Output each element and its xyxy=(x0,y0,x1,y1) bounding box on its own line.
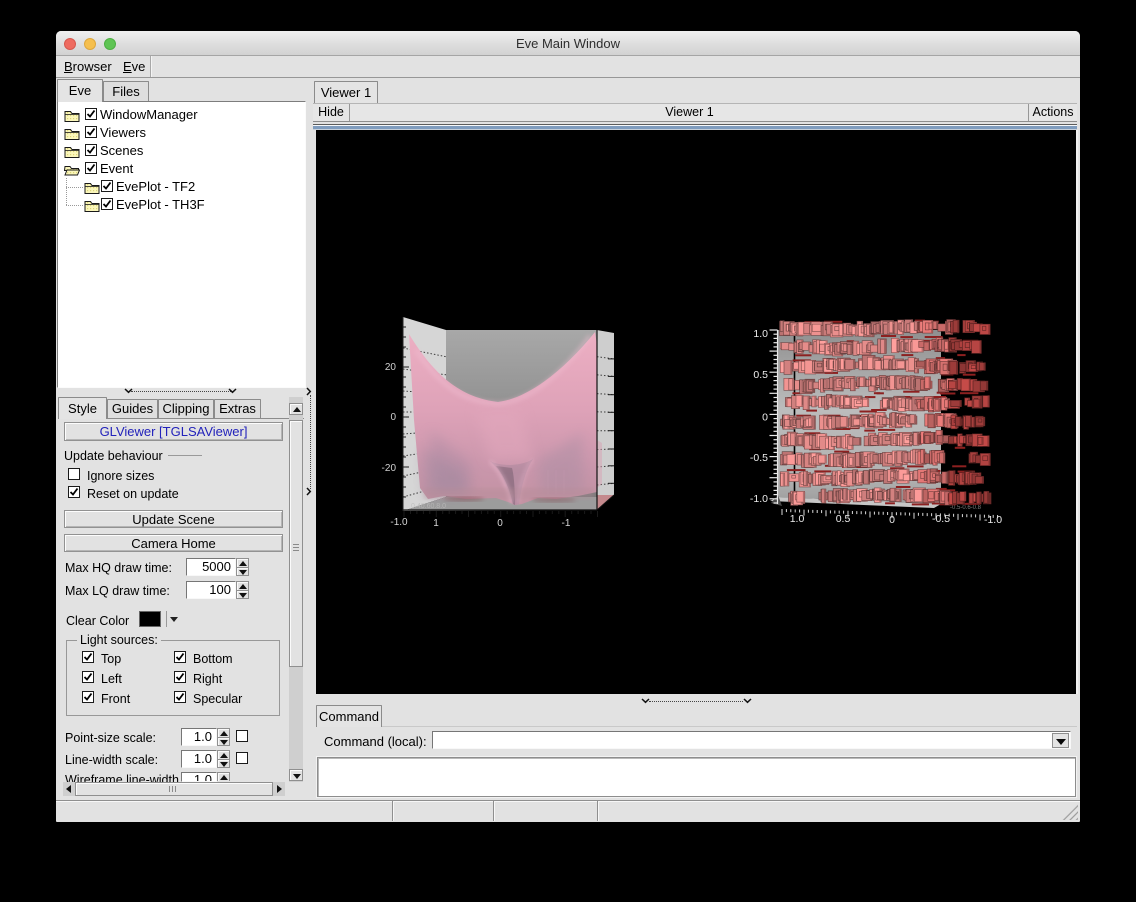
svg-text:-0.5: -0.5 xyxy=(750,452,768,464)
svg-text:-1.0: -1.0 xyxy=(390,517,408,528)
svg-text:-1.0: -1.0 xyxy=(984,514,1002,526)
svg-text:-0.5-0.6-0.8: -0.5-0.6-0.8 xyxy=(950,505,982,511)
svg-text:0.40.60.8.0: 0.40.60.8.0 xyxy=(411,503,446,510)
svg-text:0: 0 xyxy=(889,514,895,526)
svg-text:1.0: 1.0 xyxy=(753,328,768,340)
svg-text:-20: -20 xyxy=(382,463,397,474)
svg-text:0: 0 xyxy=(762,412,768,424)
svg-text:1: 1 xyxy=(433,518,439,529)
svg-text:-1: -1 xyxy=(562,518,571,529)
svg-text:20: 20 xyxy=(385,362,397,373)
svg-text:-1.0: -1.0 xyxy=(750,493,768,505)
svg-text:0.5: 0.5 xyxy=(753,369,768,381)
svg-text:0: 0 xyxy=(497,518,503,529)
svg-text:-0.5: -0.5 xyxy=(932,513,950,525)
svg-text:1.0: 1.0 xyxy=(790,513,805,525)
svg-text:0.5: 0.5 xyxy=(836,513,851,525)
svg-text:0: 0 xyxy=(390,412,396,423)
